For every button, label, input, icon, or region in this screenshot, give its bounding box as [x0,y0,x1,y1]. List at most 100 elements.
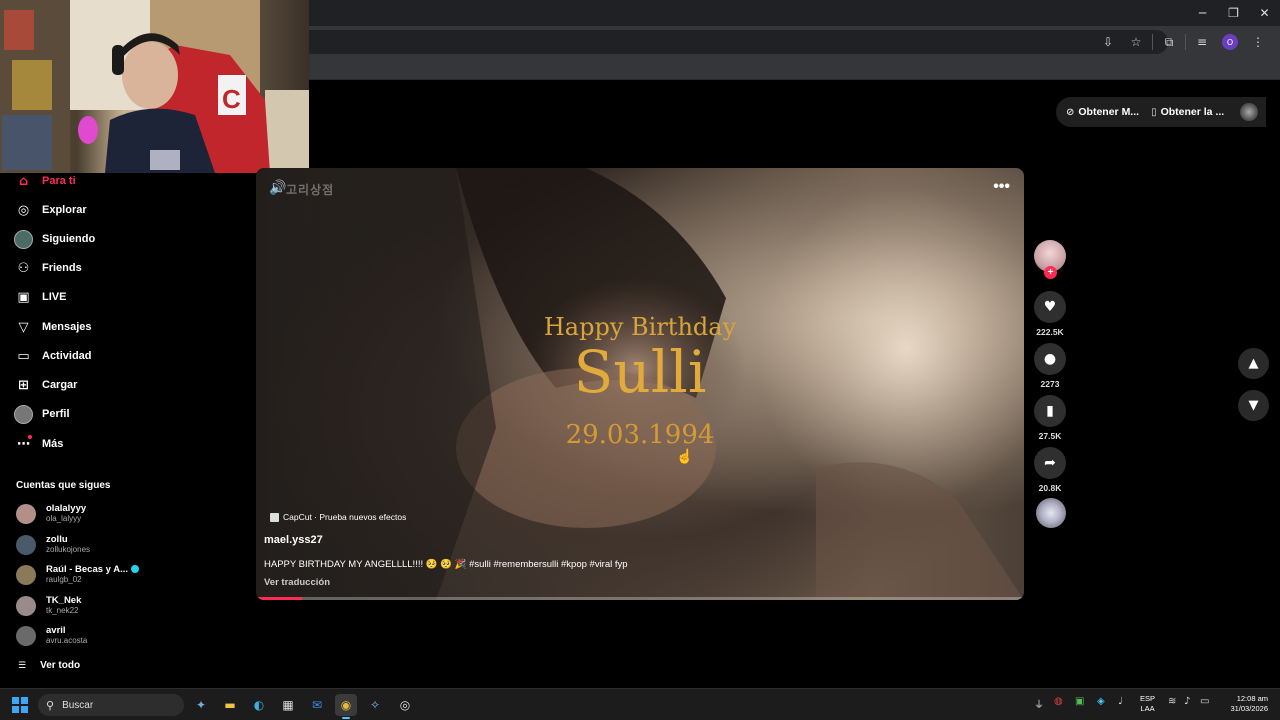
keyboard-layout: LAA [1140,704,1155,713]
previous-video-button[interactable]: ▲ [1238,348,1269,379]
see-translation-link[interactable]: Ver traducción [264,577,330,588]
account-handle: ola_lalyyy [46,514,82,523]
comment-count: 2273 [1040,379,1060,389]
sidebar-item-label: LIVE [42,291,67,303]
video-title-line: Happy Birthday [543,313,737,341]
following-account[interactable]: avril avru.acosta [16,622,87,650]
following-account[interactable]: TK_Nek tk_nek22 [16,592,81,620]
star-icon[interactable]: ☆ [1122,30,1150,54]
speaker-icon[interactable]: ♪ [1184,696,1190,707]
file-explorer-icon[interactable]: ▬ [219,694,241,716]
account-handle: zollukojones [46,545,91,554]
share-icon[interactable]: ➦ [1034,447,1066,479]
edge-icon[interactable]: ◐ [248,694,270,716]
wifi-icon[interactable]: ≋ [1168,696,1176,707]
music-disc-icon[interactable] [1036,498,1066,528]
video-player[interactable]: 🔊 고리상점 ••• Happy Birthday Sulli 29.03.19… [256,168,1024,600]
install-icon[interactable]: ⇩ [1094,30,1122,54]
video-caption: HAPPY BIRTHDAY MY ANGELLLL!!!! 🥺 🥺 🎉 #su… [264,559,628,570]
video-progress-fill [256,597,303,600]
next-video-button[interactable]: ▼ [1238,390,1269,421]
bookmark-icon[interactable]: ▮ [1034,395,1066,427]
sidebar-item-live[interactable]: ▣ LIVE [14,284,66,310]
comment-icon[interactable]: ● [1034,343,1066,375]
like-action[interactable]: ♥ 222.5K [1034,291,1066,337]
video-progress-bar[interactable] [256,597,1024,600]
address-bar[interactable] [300,30,1168,54]
see-all-link[interactable]: ☰ Ver todo [18,660,80,671]
activity-icon: ▭ [17,348,30,364]
get-app-button[interactable]: ▯ Obtener la ... [1151,106,1224,118]
video-author[interactable]: mael.yss27 [264,534,323,546]
sidebar-item-label: Cargar [42,379,78,391]
video-title-name: Sulli [573,338,707,406]
sidebar-item-actividad[interactable]: ▭ Actividad [14,343,91,369]
toolbar-divider [1152,34,1153,50]
chrome-icon[interactable]: ◉ [335,694,357,719]
windows-start-icon[interactable] [12,697,28,713]
user-avatar[interactable] [1240,103,1259,121]
save-action[interactable]: ▮ 27.5K [1034,395,1066,441]
tray-usb-icon[interactable]: ⏚ [1034,696,1044,711]
extensions-icon[interactable]: ⧉ [1155,30,1183,54]
sidebar-item-cargar[interactable]: ⊞ Cargar [14,372,77,398]
store-icon[interactable]: ▦ [277,694,299,716]
menu-icon[interactable]: ⋮ [1244,30,1272,54]
battery-icon[interactable]: ▭ [1200,696,1209,707]
heart-icon[interactable]: ♥ [1034,291,1066,323]
tray-shield-icon[interactable]: ◈ [1097,696,1105,707]
taskbar-clock[interactable]: 12:08 am 31/03/2026 [1222,694,1268,714]
notification-dot [28,434,32,439]
more-options-icon[interactable]: ••• [993,178,1010,196]
account-name: olalalyyy [46,503,87,514]
sidebar-item-siguiendo[interactable]: Siguiendo [14,226,95,252]
verified-badge-icon [131,565,140,574]
video-title-date: 29.03.1994 [565,420,715,450]
minimize-button[interactable]: ─ [1187,0,1218,26]
following-account[interactable]: Raúl - Becas y A... raulgb_02 [16,561,140,589]
taskbar-search[interactable]: ⚲ Buscar [38,694,184,716]
media-icon[interactable]: ≡ [1188,30,1216,54]
search-icon: ⚲ [46,698,55,712]
tray-app-icon[interactable]: ◍ [1054,696,1063,707]
sidebar-item-friends[interactable]: ⚇ Friends [14,255,82,281]
obs-icon[interactable]: ◎ [394,694,416,716]
copilot-icon[interactable]: ✦ [190,694,212,716]
following-section-title: Cuentas que sigues [16,480,111,491]
compass-icon: ◎ [17,202,30,218]
comment-action[interactable]: ● 2273 [1034,343,1066,389]
microphone-icon[interactable]: ♩ [1118,696,1123,707]
webcam-overlay: C [0,0,309,173]
follow-plus-icon[interactable]: + [1044,266,1057,279]
save-count: 27.5K [1038,431,1062,441]
share-action[interactable]: ➦ 20.8K [1034,447,1066,493]
account-name: TK_Nek [46,595,82,606]
tray-app-icon[interactable]: ▣ [1075,696,1084,707]
sidebar-item-mensajes[interactable]: ▽ Mensajes [14,314,92,340]
profile-button[interactable]: O [1216,30,1244,54]
messages-icon: ▽ [18,319,29,335]
following-account[interactable]: zollu zollukojones [16,531,90,559]
effect-tag[interactable]: CapCut · Prueba nuevos efectos [270,512,406,522]
get-coins-button[interactable]: ⊘ Obtener M... [1066,106,1139,118]
mail-icon[interactable]: ✉ [306,694,328,716]
following-account[interactable]: olalalyyy ola_lalyyy [16,500,86,528]
sidebar-item-label: Friends [42,262,82,274]
like-count: 222.5K [1036,327,1064,337]
sidebar-item-label: Más [42,438,64,450]
sidebar-item-mas[interactable]: ⋯ Más [14,431,63,457]
volume-icon[interactable]: 🔊 [269,180,286,196]
account-name: Raúl - Becas y A... [46,564,129,575]
close-button[interactable]: ✕ [1249,0,1280,26]
sidebar-item-explorar[interactable]: ◎ Explorar [14,197,87,223]
maximize-button[interactable]: ❐ [1218,0,1249,26]
input-language[interactable]: ESP LAA [1140,694,1155,714]
list-icon: ☰ [18,660,27,671]
gemini-icon[interactable]: ✧ [364,694,386,716]
live-icon: ▣ [17,289,30,305]
sidebar-item-label: Siguiendo [42,233,96,245]
clock-date: 31/03/2026 [1230,704,1268,713]
account-name: zollu [46,534,68,545]
sidebar-item-para-ti[interactable]: ⌂ Para ti [14,168,76,194]
sidebar-item-perfil[interactable]: Perfil [14,401,70,427]
